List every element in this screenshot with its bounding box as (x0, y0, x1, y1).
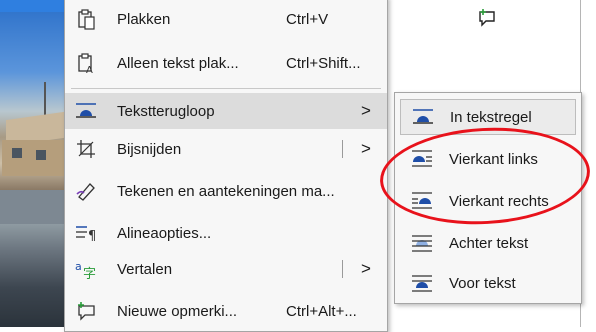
menu-divider (71, 88, 381, 89)
comment-marker-icon[interactable] (477, 8, 499, 30)
square-left-wrap-icon (410, 148, 434, 170)
menu-item-paste[interactable]: Plakken Ctrl+V (65, 1, 387, 37)
in-front-text-icon (410, 272, 434, 294)
menu-item-label: Plakken (117, 10, 171, 28)
menu-item-label: Vertalen (117, 260, 173, 278)
split-separator (342, 260, 343, 278)
menu-item-label: Bijsnijden (117, 140, 182, 158)
ink-pen-icon (75, 180, 97, 202)
image-sky (0, 0, 68, 12)
image-window (36, 150, 46, 160)
submenu-item-in-front-text[interactable]: Voor tekst (400, 265, 576, 301)
submenu-arrow-icon[interactable]: > (361, 139, 371, 159)
submenu-item-square-right[interactable]: Vierkant rechts (400, 183, 576, 219)
submenu-item-label: Vierkant links (449, 150, 538, 168)
submenu-item-label: Vierkant rechts (449, 192, 549, 210)
svg-text:字: 字 (83, 267, 96, 279)
text-wrap-submenu: In tekstregel Vierkant links Vierkant re… (394, 92, 582, 304)
menu-item-crop[interactable]: Bijsnijden > (65, 131, 387, 167)
image-building (2, 140, 66, 176)
text-wrap-icon (75, 100, 97, 122)
image-street (0, 190, 68, 224)
menu-item-shortcut: Ctrl+V (286, 10, 329, 28)
menu-item-label: Tekstterugloop (117, 102, 215, 120)
submenu-item-square-left[interactable]: Vierkant links (400, 141, 576, 177)
split-separator (342, 140, 343, 158)
svg-text:a: a (75, 260, 82, 273)
submenu-item-label: Achter tekst (449, 234, 529, 252)
submenu-arrow-icon: > (361, 101, 371, 120)
menu-item-label: Alleen tekst plak... (117, 54, 239, 72)
menu-item-shortcut: Ctrl+Alt+... (286, 302, 357, 320)
document-image[interactable] (0, 0, 69, 327)
submenu-item-behind-text[interactable]: Achter tekst (400, 225, 576, 261)
submenu-item-label: In tekstregel (450, 108, 532, 126)
svg-text:A: A (86, 65, 93, 74)
menu-item-label: Tekenen en aantekeningen ma... (117, 182, 335, 200)
menu-item-translate[interactable]: a字 Vertalen > (65, 251, 387, 287)
translate-icon: a字 (75, 258, 97, 280)
paste-icon (75, 8, 97, 30)
menu-item-label: Nieuwe opmerki... (117, 302, 238, 320)
behind-text-icon (410, 232, 434, 254)
menu-item-new-comment[interactable]: Nieuwe opmerki... Ctrl+Alt+... (65, 293, 387, 329)
context-menu: Plakken Ctrl+V A Alleen tekst plak... Ct… (64, 0, 388, 332)
square-right-wrap-icon (410, 190, 434, 212)
menu-item-text-wrap[interactable]: Tekstterugloop > (65, 93, 387, 129)
new-comment-icon (75, 300, 97, 322)
menu-item-shortcut: Ctrl+Shift... (286, 54, 361, 72)
paste-text-only-icon: A (75, 52, 97, 74)
crop-icon (75, 138, 97, 160)
paragraph-icon: ¶ (75, 222, 97, 244)
menu-item-paragraph-options[interactable]: ¶ Alineaopties... (65, 215, 387, 251)
submenu-item-inline[interactable]: In tekstregel (400, 99, 576, 135)
image-window (12, 148, 22, 158)
svg-text:¶: ¶ (88, 229, 96, 242)
menu-item-paste-text-only[interactable]: A Alleen tekst plak... Ctrl+Shift... (65, 45, 387, 81)
submenu-item-label: Voor tekst (449, 274, 516, 292)
inline-wrap-icon (411, 106, 435, 128)
submenu-arrow-icon[interactable]: > (361, 259, 371, 279)
menu-item-label: Alineaopties... (117, 224, 212, 242)
menu-item-draw-annotate[interactable]: Tekenen en aantekeningen ma... (65, 173, 387, 209)
